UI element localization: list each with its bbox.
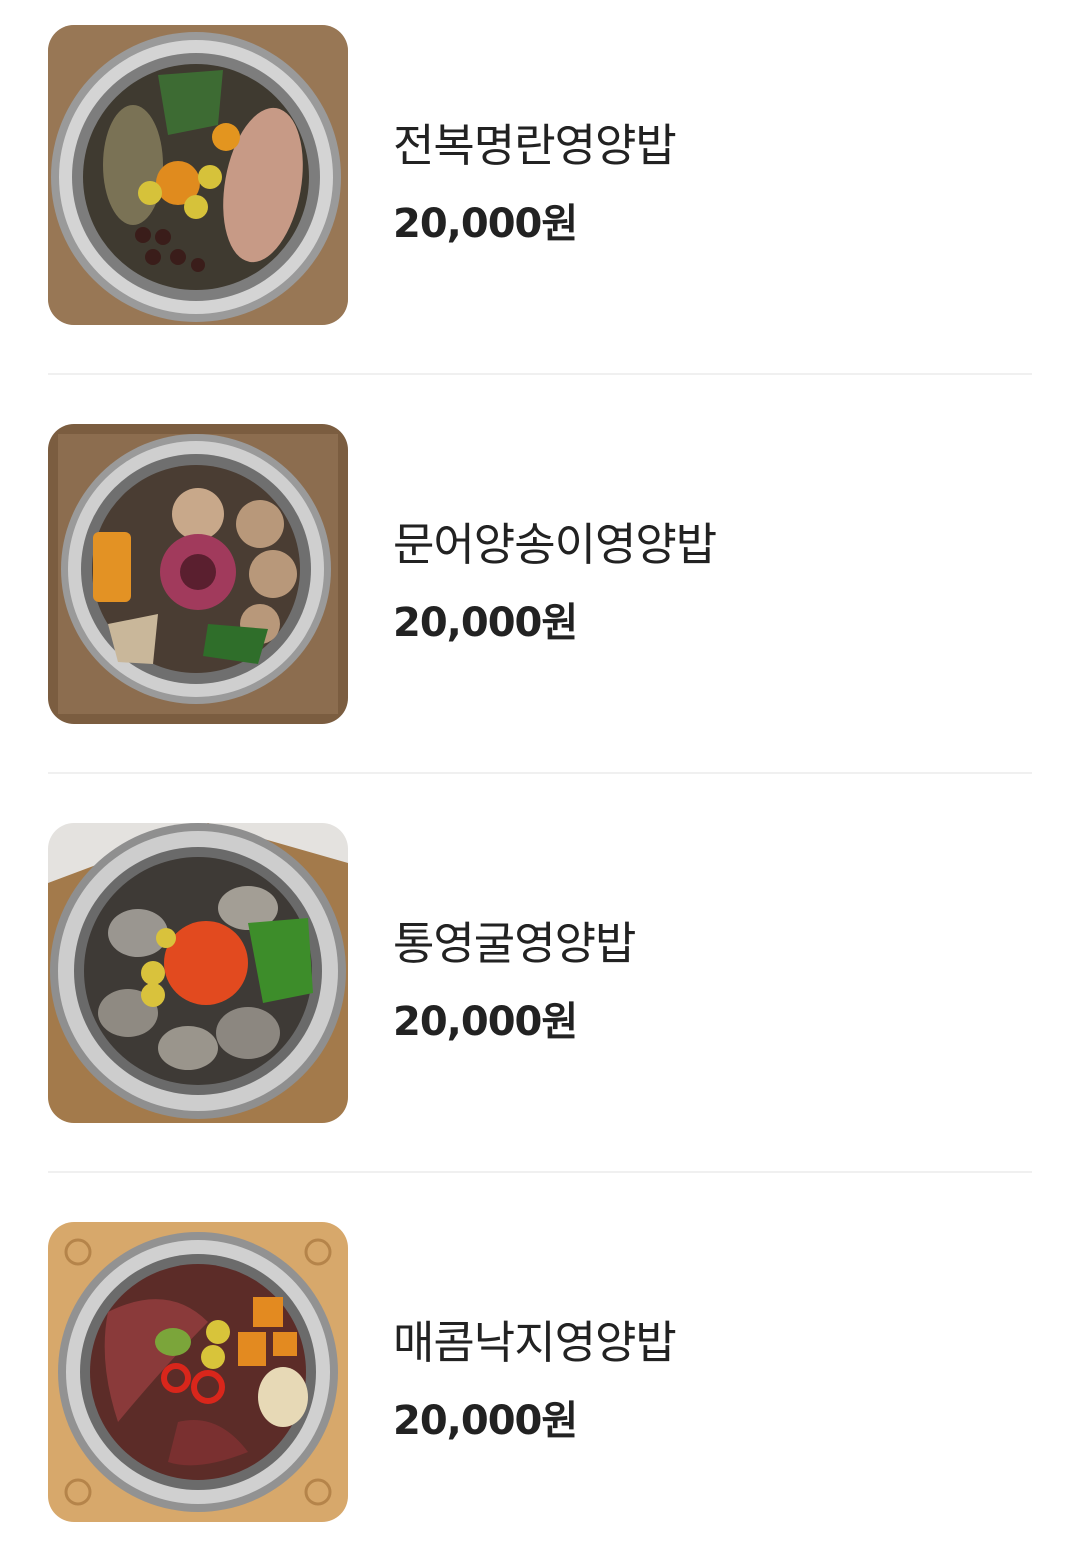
menu-item-image[interactable] bbox=[48, 823, 348, 1123]
menu-item-name: 전복명란영양밥 bbox=[393, 119, 677, 172]
divider bbox=[48, 772, 1032, 774]
menu-item-image[interactable] bbox=[48, 1222, 348, 1522]
menu-item-oyster[interactable]: 통영굴영양밥 20,000원 bbox=[48, 823, 1032, 1123]
divider bbox=[48, 373, 1032, 375]
menu-item-price: 20,000원 bbox=[393, 999, 578, 1045]
menu-item-name: 매콤낙지영양밥 bbox=[393, 1316, 677, 1369]
menu-item-name: 문어양송이영양밥 bbox=[393, 518, 717, 571]
menu-item-name: 통영굴영양밥 bbox=[393, 917, 636, 970]
menu-item-octopus-mushroom[interactable]: 문어양송이영양밥 20,000원 bbox=[48, 424, 1032, 724]
divider bbox=[48, 1171, 1032, 1173]
menu-item-price: 20,000원 bbox=[393, 600, 578, 646]
menu-item-spicy-octopus[interactable]: 매콤낙지영양밥 20,000원 bbox=[48, 1222, 1032, 1522]
menu-list: 전복명란영양밥 20,000원 문어양송이영양밥 20,000원 통영굴영양밥 … bbox=[0, 0, 1080, 1549]
menu-item-price: 20,000원 bbox=[393, 1398, 578, 1444]
menu-item-abalone[interactable]: 전복명란영양밥 20,000원 bbox=[48, 25, 1032, 325]
menu-item-image[interactable] bbox=[48, 25, 348, 325]
menu-item-price: 20,000원 bbox=[393, 201, 578, 247]
menu-item-image[interactable] bbox=[48, 424, 348, 724]
